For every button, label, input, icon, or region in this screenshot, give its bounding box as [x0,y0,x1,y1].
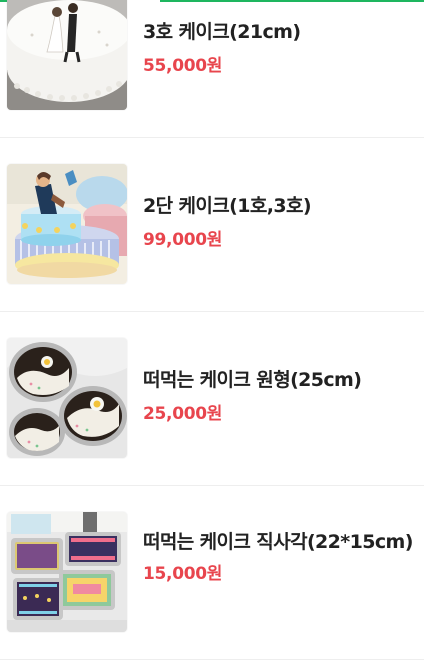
product-name[interactable]: 3호 케이크(21cm) [143,20,413,45]
product-item[interactable]: 떠먹는 케이크 원형(25cm) 25,000원 [0,312,424,486]
product-item[interactable]: 2단 케이크(1호,3호) 99,000원 [0,138,424,312]
product-price: 15,000원 [143,564,223,584]
product-item[interactable]: 떠먹는 케이크 직사각(22*15cm) 15,000원 [0,486,424,660]
round-spoon-cake-image [7,338,127,458]
wedding-cake-image [7,0,127,110]
product-price: 25,000원 [143,404,223,424]
product-image-wedding-cake[interactable] [7,0,127,110]
product-name[interactable]: 2단 케이크(1호,3호) [143,194,413,219]
product-item[interactable]: 3호 케이크(21cm) 55,000원 [0,0,424,138]
product-price: 55,000원 [143,56,223,76]
product-image-round-spoon-cake[interactable] [7,338,127,458]
product-name[interactable]: 떠먹는 케이크 직사각(22*15cm) [143,530,413,555]
product-image-rectangle-spoon-cake[interactable] [7,512,127,632]
product-price: 99,000원 [143,230,223,250]
product-image-two-tier-cake[interactable] [7,164,127,284]
rectangle-spoon-cake-image [7,512,127,632]
product-name[interactable]: 떠먹는 케이크 원형(25cm) [143,368,413,393]
two-tier-cake-image [7,164,127,284]
